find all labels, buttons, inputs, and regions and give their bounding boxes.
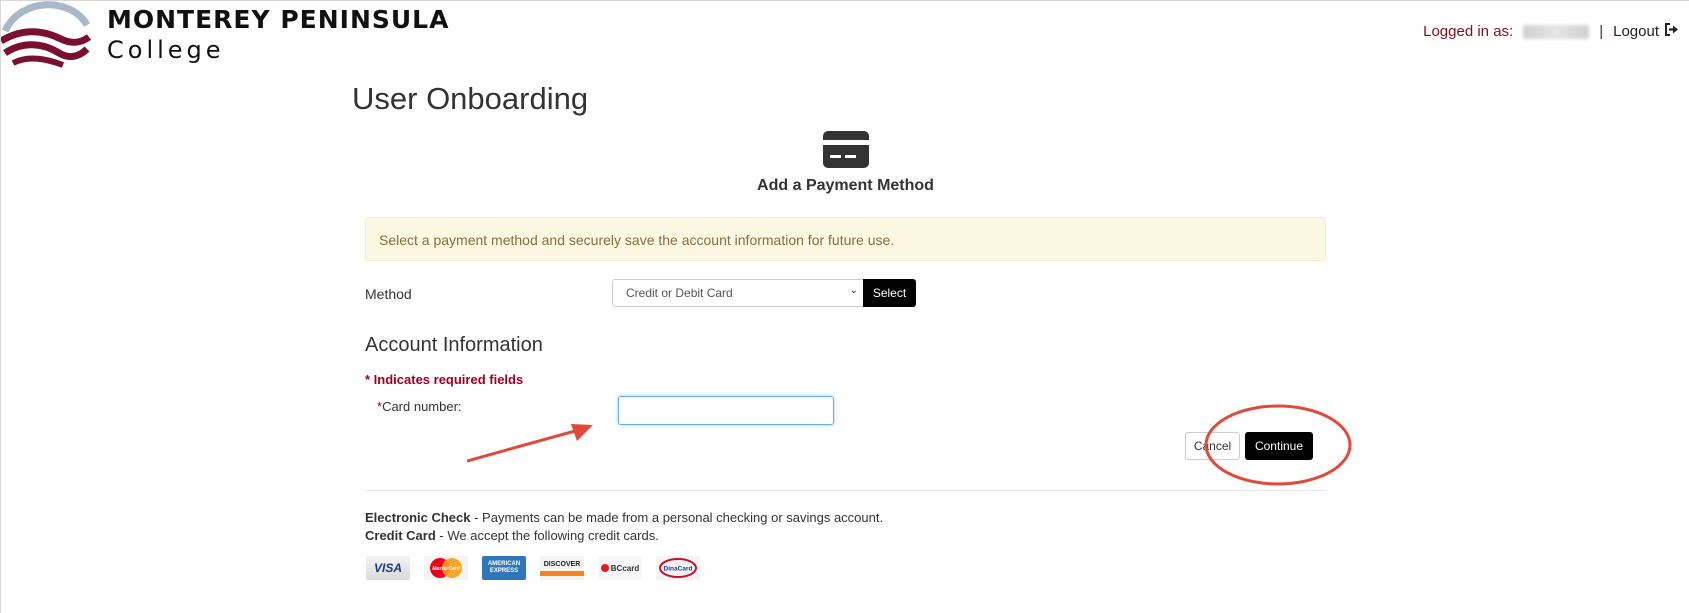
amex-icon: AMERICAN EXPRESS xyxy=(482,556,526,580)
college-name: MONTEREY PENINSULA College xyxy=(107,5,449,65)
user-bar: Logged in as: | Logout xyxy=(1423,23,1679,40)
page-title: User Onboarding xyxy=(352,81,589,116)
dinacard-icon: DinaCard xyxy=(656,556,700,580)
section-subtitle: Add a Payment Method xyxy=(757,177,934,194)
account-info-title: Account Information xyxy=(365,334,543,356)
method-select[interactable]: Credit or Debit Card ⌄ xyxy=(612,279,864,307)
card-number-input[interactable] xyxy=(618,396,834,425)
credit-title: Credit Card xyxy=(365,528,436,543)
method-label: Method xyxy=(365,286,412,302)
card-number-label: *Card number: xyxy=(377,399,462,414)
brand-line-1: MONTEREY PENINSULA xyxy=(107,5,450,34)
discover-text: DISCOVER xyxy=(543,560,581,568)
dinacard-text: DinaCard xyxy=(664,566,693,573)
select-button[interactable]: Select xyxy=(863,279,916,307)
card-number-label-text: Card number: xyxy=(382,399,462,414)
logout-icon xyxy=(1665,23,1679,40)
required-fields-note: * Indicates required fields xyxy=(365,372,524,387)
brand-line-2: College xyxy=(107,36,225,64)
logged-in-label: Logged in as: xyxy=(1423,23,1514,40)
college-logo xyxy=(0,1,92,71)
divider xyxy=(365,490,1326,491)
annotation-circle xyxy=(1202,402,1354,493)
annotation-arrow xyxy=(466,421,597,468)
mastercard-text: MasterCard xyxy=(432,566,460,572)
separator: | xyxy=(1599,23,1604,40)
logout-label: Logout xyxy=(1613,23,1659,40)
user-name-redacted xyxy=(1523,24,1590,39)
method-selected-value: Credit or Debit Card xyxy=(626,286,733,300)
credit-card-icon xyxy=(823,131,869,173)
discover-icon: DISCOVER xyxy=(540,556,584,580)
echeck-title: Electronic Check xyxy=(365,510,471,525)
accepted-cards: VISA MasterCard AMERICAN EXPRESS DISCOVE… xyxy=(366,556,700,580)
visa-icon: VISA xyxy=(366,556,410,580)
credit-card-info: Credit Card - We accept the following cr… xyxy=(365,528,659,543)
chevron-down-icon: ⌄ xyxy=(849,285,858,296)
mastercard-icon: MasterCard xyxy=(424,556,468,580)
echeck-info: Electronic Check - Payments can be made … xyxy=(365,510,883,525)
credit-text: - We accept the following credit cards. xyxy=(435,528,659,543)
echeck-text: - Payments can be made from a personal c… xyxy=(470,510,884,525)
logout-link[interactable]: Logout xyxy=(1613,23,1679,40)
info-message: Select a payment method and securely sav… xyxy=(365,217,1326,261)
bccard-text: BCcard xyxy=(610,563,640,573)
bccard-icon: BCcard xyxy=(598,556,642,580)
